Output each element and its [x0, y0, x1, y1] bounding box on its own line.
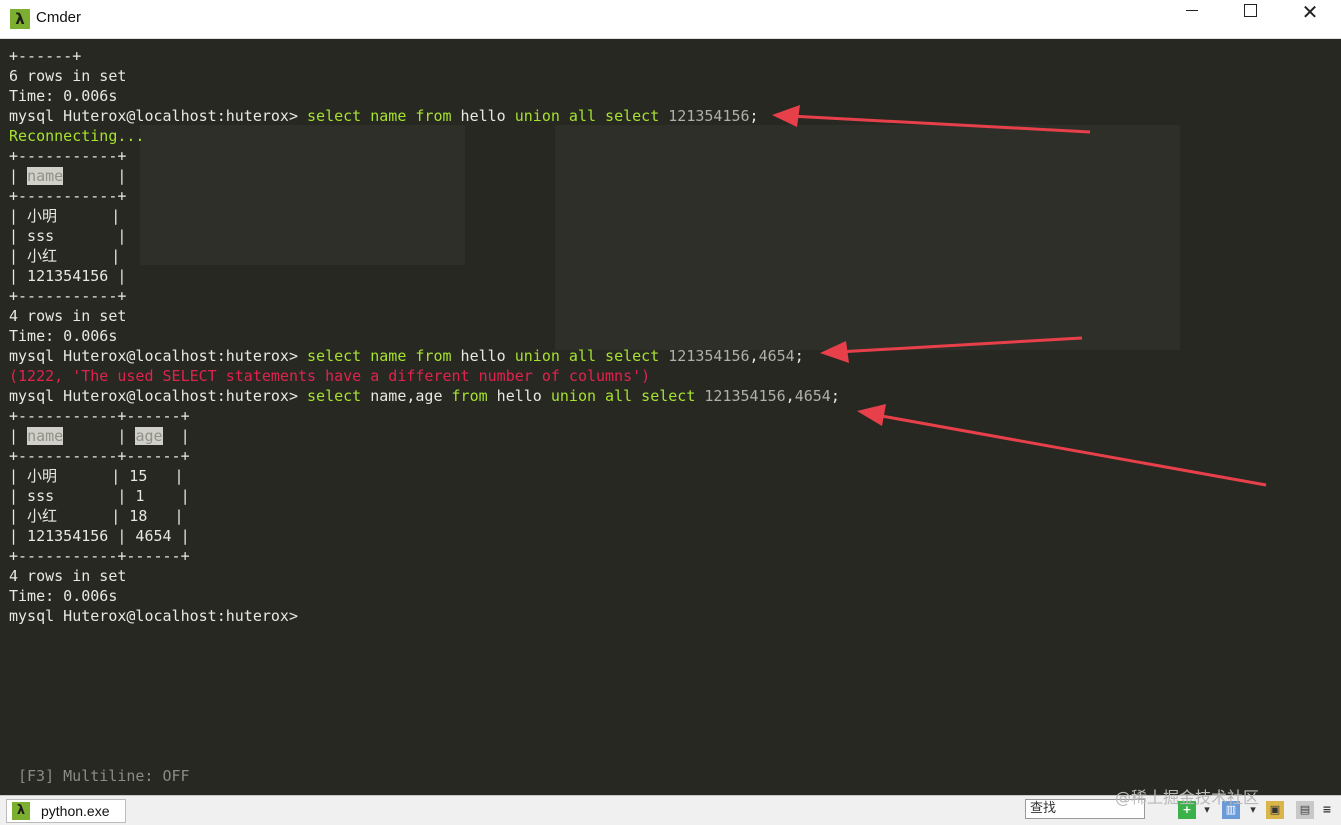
panel-icon[interactable]: ▤: [1296, 801, 1314, 819]
tab-label: python.exe: [41, 803, 110, 819]
lock-icon[interactable]: ▣: [1266, 801, 1284, 819]
arrow-2: [820, 336, 1083, 363]
menu-icon[interactable]: ≡: [1318, 801, 1336, 819]
cmder-lambda-icon: λ: [12, 802, 30, 820]
cmder-window: λ Cmder ✕ +------+ 6 rows in set Time: 0.0…: [0, 0, 1341, 825]
console-tab-python[interactable]: λ python.exe: [6, 799, 126, 823]
annotation-arrows: [772, 105, 1267, 487]
arrow-3: [857, 404, 1267, 487]
arrow-1: [772, 105, 1091, 134]
watermark: @稀土掘金技术社区: [1115, 788, 1260, 807]
status-bar: λ python.exe 查找 + ▾ ▥ ▾ ▣ ▤ ≡ @稀土掘金技术社区: [0, 788, 1341, 825]
